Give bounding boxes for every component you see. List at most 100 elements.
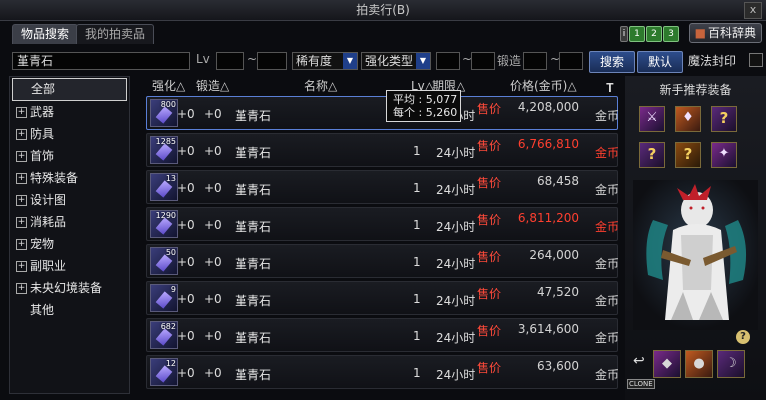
table-row[interactable]: 1285 +0 +0 堇青石 1 24小时 售价 6,766,810 金币 (146, 133, 619, 167)
enhance-max-input[interactable] (471, 52, 495, 70)
category-label: 首饰 (30, 149, 55, 163)
recommend-slot-unknown[interactable]: ? (639, 142, 665, 168)
category-armor[interactable]: + 防具 (12, 124, 127, 145)
item-quantity: 13 (165, 174, 176, 183)
lv-tilde: ~ (247, 52, 258, 66)
seal-label: 魔法封印 (688, 54, 737, 68)
row-price: 47,520 (537, 285, 579, 299)
row-enhance: +0 (177, 329, 195, 343)
forge-min-input[interactable] (523, 52, 547, 70)
row-count: 1 (413, 181, 421, 195)
row-forge: +0 (204, 366, 222, 380)
question-icon: ? (647, 145, 657, 163)
category-all[interactable]: 全部 (12, 78, 127, 101)
bottom-slot-1[interactable]: ◆ (653, 350, 681, 378)
category-jewelry[interactable]: + 首饰 (12, 146, 127, 167)
recommend-weapon-slot[interactable]: ⚔ (639, 106, 665, 132)
category-pet[interactable]: + 宠物 (12, 234, 127, 255)
table-row[interactable]: 50 +0 +0 堇青石 1 24小时 售价 264,000 金币 (146, 244, 619, 278)
enhance-type-select[interactable]: 强化类型 ▼ (361, 52, 431, 70)
category-label: 设计图 (30, 193, 67, 207)
pin-icon[interactable]: 𝐓 (606, 78, 614, 98)
category-subjob[interactable]: + 副职业 (12, 256, 127, 277)
listing-panel: 强化△ 锻造△ 名称△ Lv△ 期限△ 价格(金币)△ 𝐓 800 +0 +0 堇青石… (140, 76, 620, 400)
table-row[interactable]: 1290 +0 +0 堇青石 1 24小时 售价 6,811,200 金币 (146, 207, 619, 241)
expand-icon: + (16, 217, 27, 228)
bottom-slot-2[interactable]: ● (685, 350, 713, 378)
expand-icon: + (16, 129, 27, 140)
page-info-button[interactable]: i (620, 26, 628, 42)
row-price: 264,000 (529, 248, 579, 262)
table-row[interactable]: 12 +0 +0 堇青石 1 24小时 售价 63,600 金币 (146, 355, 619, 389)
tab-item-search[interactable]: 物品搜索 (12, 24, 79, 44)
row-sale-type: 售价 (477, 361, 502, 375)
table-row[interactable]: 800+0+0堇青石124小时售价4,208,000金币 (146, 96, 619, 130)
category-other[interactable]: 其他 (12, 300, 127, 321)
row-enhance: +0 (177, 181, 195, 195)
page-buttons: i123 (620, 25, 680, 42)
row-price: 63,600 (537, 359, 579, 373)
expand-icon: + (16, 151, 27, 162)
header-enhance[interactable]: 强化△ (152, 76, 185, 96)
encyclopedia-button[interactable]: ■ 百科辞典 (688, 23, 762, 43)
header-forge[interactable]: 锻造△ (196, 76, 229, 96)
table-row[interactable]: 9 +0 +0 堇青石 1 24小时 售价 47,520 金币 (146, 281, 619, 315)
close-button[interactable]: x (744, 2, 762, 19)
table-row[interactable]: 13 +0 +0 堇青石 1 24小时 售价 68,458 金币 (146, 170, 619, 204)
tooltip-average-value: 5,077 (425, 93, 458, 106)
lv-min-input[interactable] (216, 52, 244, 70)
category-blueprint[interactable]: + 设计图 (12, 190, 127, 211)
mask-icon: ● (693, 356, 705, 371)
expand-icon: + (16, 239, 27, 250)
row-name: 堇青石 (235, 368, 272, 382)
forge-label: 锻造 (497, 54, 522, 68)
table-row[interactable]: 682 +0 +0 堇青石 1 24小时 售价 3,614,600 金币 (146, 318, 619, 352)
header-name[interactable]: 名称△ (304, 76, 337, 96)
recommend-slot-unknown[interactable]: ? (675, 142, 701, 168)
tab-my-auctions[interactable]: 我的拍卖品 (76, 24, 155, 44)
page-2-button[interactable]: 2 (646, 26, 662, 42)
page-3-button[interactable]: 3 (663, 26, 679, 42)
lv-label: Lv (196, 52, 210, 66)
row-time: 24小时 (436, 257, 476, 271)
category-special-equipment[interactable]: + 特殊装备 (12, 168, 127, 189)
row-time: 24小时 (436, 220, 476, 234)
item-quantity: 800 (160, 100, 176, 109)
recommend-armor-slot[interactable]: ♦ (675, 106, 701, 132)
sparkle-icon: ✦ (718, 146, 730, 161)
item-name-input[interactable]: 堇青石 (12, 52, 190, 70)
bottom-slot-3[interactable]: ☽ (717, 350, 745, 378)
tooltip-each: 每个 : 5,260 (393, 106, 458, 119)
row-currency: 金币 (594, 220, 619, 234)
default-button[interactable]: 默认 (637, 51, 683, 73)
page-1-button[interactable]: 1 (629, 26, 645, 42)
header-price[interactable]: 价格(金币)△ (510, 76, 577, 96)
gem-item-icon: 13 (150, 173, 178, 201)
recommend-accessory-slot[interactable]: ✦ (711, 142, 737, 168)
row-enhance: +0 (177, 218, 195, 232)
category-weapon[interactable]: + 武器 (12, 102, 127, 123)
forge-max-input[interactable] (559, 52, 583, 70)
expand-icon: + (16, 173, 27, 184)
question-icon: ? (719, 109, 729, 127)
rarity-select[interactable]: 稀有度 ▼ (292, 52, 358, 70)
gem-item-icon: 1285 (150, 136, 178, 164)
item-quantity: 1285 (155, 137, 176, 146)
row-forge: +0 (204, 218, 222, 232)
seal-checkbox[interactable] (749, 53, 763, 67)
row-enhance: +0 (177, 255, 195, 269)
row-sale-type: 售价 (477, 287, 502, 301)
enhance-min-input[interactable] (436, 52, 460, 70)
sword-icon: ⚔ (646, 110, 658, 125)
lv-max-input[interactable] (257, 52, 287, 70)
expand-icon: + (16, 283, 27, 294)
search-button[interactable]: 搜索 (589, 51, 635, 73)
recommend-slot-unknown[interactable]: ? (711, 106, 737, 132)
undo-icon[interactable]: ↩ (633, 353, 645, 369)
category-weiyang-equipment[interactable]: + 未央幻境装备 (12, 278, 127, 299)
row-enhance: +0 (177, 366, 195, 380)
category-label: 宠物 (30, 237, 55, 251)
tooltip-average: 平均 : 5,077 (393, 93, 458, 106)
help-icon[interactable]: ? (736, 330, 750, 344)
category-consumable[interactable]: + 消耗品 (12, 212, 127, 233)
